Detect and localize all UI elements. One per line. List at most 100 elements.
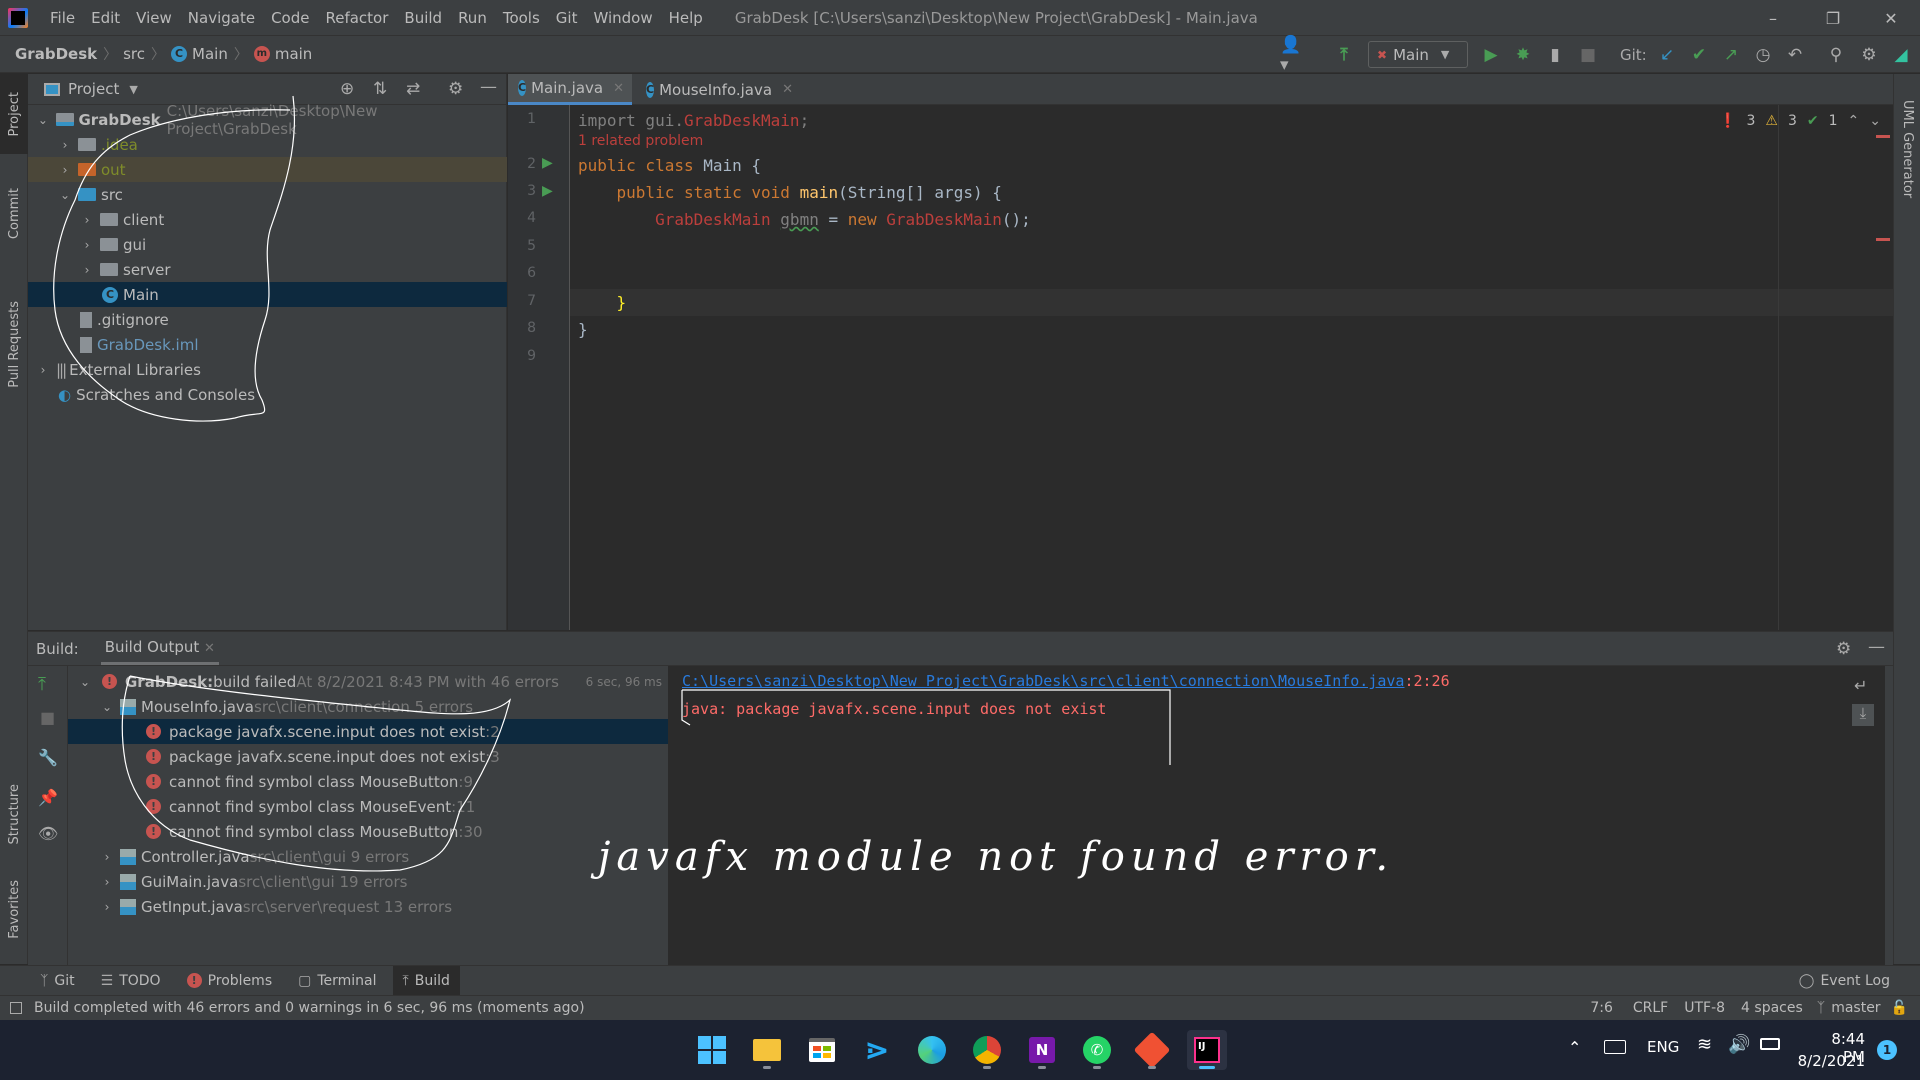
tree-item-out[interactable]: › out <box>28 157 507 182</box>
touch-keyboard-icon[interactable] <box>1604 1040 1626 1054</box>
git-branch[interactable]: master <box>1831 1000 1880 1016</box>
breadcrumb-project[interactable]: GrabDesk <box>15 45 97 63</box>
project-view-select[interactable]: Project <box>68 80 119 98</box>
rail-tab-commit[interactable]: Commit <box>0 164 28 264</box>
rail-tab-structure[interactable]: Structure <box>0 764 28 864</box>
close-window-button[interactable]: ✕ <box>1862 0 1920 36</box>
git-update-icon[interactable]: ↙ <box>1656 44 1678 66</box>
menu-edit[interactable]: Edit <box>91 9 120 27</box>
close-icon[interactable]: ✕ <box>613 81 624 96</box>
git-gui-button[interactable] <box>1132 1030 1172 1070</box>
tab-mouseinfo-java[interactable]: C MouseInfo.java ✕ <box>636 74 796 105</box>
build-console[interactable]: C:\Users\sanzi\Desktop\New Project\GrabD… <box>668 666 1885 966</box>
build-row-error[interactable]: ! package javafx.scene.input does not ex… <box>68 744 668 769</box>
related-problem-hint[interactable]: 1 related problem <box>578 133 703 149</box>
build-hammer-icon[interactable]: ⤒ <box>38 674 46 695</box>
rail-tab-favorites[interactable]: Favorites <box>0 864 28 954</box>
stop-icon[interactable]: ■ <box>40 708 55 727</box>
menu-help[interactable]: Help <box>669 9 703 27</box>
build-row-file[interactable]: › GetInput.java src\server\request 13 er… <box>68 894 668 919</box>
run-icon[interactable]: ▶ <box>1480 44 1502 66</box>
close-icon[interactable]: ✕ <box>782 82 793 97</box>
whatsapp-button[interactable]: ✆ <box>1077 1030 1117 1070</box>
tree-item-main[interactable]: C Main <box>28 282 507 307</box>
store-button[interactable] <box>802 1030 842 1070</box>
error-file-link[interactable]: C:\Users\sanzi\Desktop\New Project\GrabD… <box>682 672 1404 690</box>
build-row-error[interactable]: ! cannot find symbol class MouseButton :… <box>68 769 668 794</box>
run-class-icon[interactable]: ▶ <box>542 155 553 171</box>
vscode-button[interactable]: ⋗ <box>857 1030 897 1070</box>
rollback-icon[interactable]: ↶ <box>1784 44 1806 66</box>
menu-run[interactable]: Run <box>458 9 487 27</box>
error-stripe-marker[interactable] <box>1876 135 1890 138</box>
volume-icon[interactable]: 🔊 <box>1728 1034 1750 1055</box>
breadcrumb-class[interactable]: Main <box>192 45 228 63</box>
input-language[interactable]: ENG <box>1647 1038 1679 1056</box>
tool-tab-todo[interactable]: ☰ TODO <box>91 966 171 996</box>
chrome-button[interactable] <box>967 1030 1007 1070</box>
inspection-widget[interactable]: ❗ 3 ⚠ 3 ✔ 1 ⌃ ⌄ <box>1719 113 1881 129</box>
gear-icon[interactable]: ⚙ <box>448 79 463 99</box>
wifi-icon[interactable]: ≋ <box>1697 1034 1712 1055</box>
build-row-error[interactable]: ! package javafx.scene.input does not ex… <box>68 719 668 744</box>
tree-item-client[interactable]: › client <box>28 207 507 232</box>
tool-tab-terminal[interactable]: ▢ Terminal <box>288 966 386 996</box>
code-with-me-icon[interactable]: ◢ <box>1890 44 1912 66</box>
notification-badge[interactable]: 1 <box>1877 1040 1897 1060</box>
pin-icon[interactable]: 📌 <box>38 788 58 807</box>
tree-item-src[interactable]: ⌄ src <box>28 182 507 207</box>
intellij-button[interactable]: IJ <box>1187 1030 1227 1070</box>
menu-code[interactable]: Code <box>271 9 309 27</box>
code-editor[interactable]: 1 2 3 4 5 6 7 8 9 ▶ ▶ import gui.GrabDes… <box>508 105 1893 630</box>
lock-icon[interactable]: 🔓 <box>1891 1000 1908 1016</box>
close-icon[interactable]: ✕ <box>204 641 215 656</box>
tool-tab-problems[interactable]: ! Problems <box>177 966 283 996</box>
search-icon[interactable]: ⚲ <box>1825 44 1847 66</box>
file-explorer-button[interactable] <box>747 1030 787 1070</box>
tree-item-server[interactable]: › server <box>28 257 507 282</box>
run-method-icon[interactable]: ▶ <box>542 183 553 199</box>
build-row-root[interactable]: ⌄ ! GrabDesk: build failed At 8/2/2021 8… <box>68 669 668 694</box>
clock-date[interactable]: 8/2/2021 <box>1795 1052 1865 1070</box>
gear-icon[interactable]: ⚙ <box>1858 44 1880 66</box>
tree-item-scratches[interactable]: ◐ Scratches and Consoles <box>28 382 507 407</box>
menu-file[interactable]: File <box>50 9 75 27</box>
scroll-to-end-icon[interactable]: ⤓ <box>1852 704 1874 726</box>
debug-icon[interactable]: ✸ <box>1512 44 1534 66</box>
menu-refactor[interactable]: Refactor <box>325 9 388 27</box>
run-configuration-select[interactable]: ✖ Main ▼ <box>1368 41 1468 68</box>
collapse-all-icon[interactable]: ⇄ <box>406 79 420 99</box>
menu-git[interactable]: Git <box>556 9 578 27</box>
rail-tab-project[interactable]: Project <box>0 74 28 154</box>
file-encoding[interactable]: UTF-8 <box>1684 1000 1725 1016</box>
menu-tools[interactable]: Tools <box>503 9 540 27</box>
menu-build[interactable]: Build <box>404 9 442 27</box>
build-row-file[interactable]: › Controller.java src\client\gui 9 error… <box>68 844 668 869</box>
tree-item-gui[interactable]: › gui <box>28 232 507 257</box>
previous-problem-icon[interactable]: ⌃ <box>1848 113 1860 129</box>
tree-item-grabdesk[interactable]: ⌄ GrabDesk C:\Users\sanzi\Desktop\New Pr… <box>28 102 507 138</box>
menu-window[interactable]: Window <box>593 9 652 27</box>
hide-panel-icon[interactable]: — <box>1868 637 1885 657</box>
locate-icon[interactable]: ⊕ <box>340 79 354 99</box>
tree-item-iml[interactable]: GrabDesk.iml <box>28 332 507 357</box>
tree-item-idea[interactable]: › .idea <box>28 132 507 157</box>
tool-tab-event-log[interactable]: ◯ Event Log <box>1789 966 1900 996</box>
rail-tab-uml-generator[interactable]: UML Generator <box>1894 84 1920 214</box>
start-button[interactable] <box>692 1030 732 1070</box>
git-commit-icon[interactable]: ✔ <box>1688 44 1710 66</box>
indent-setting[interactable]: 4 spaces <box>1741 1000 1803 1016</box>
line-separator[interactable]: CRLF <box>1633 1000 1668 1016</box>
build-row-error[interactable]: ! cannot find symbol class MouseEvent :1… <box>68 794 668 819</box>
build-row-file[interactable]: › GuiMain.java src\client\gui 19 errors <box>68 869 668 894</box>
gear-icon[interactable]: ⚙ <box>1836 639 1851 659</box>
soft-wrap-icon[interactable]: ↵ <box>1854 676 1867 695</box>
tree-item-external-libraries[interactable]: › ||| External Libraries <box>28 357 507 382</box>
restore-button[interactable]: ❐ <box>1804 0 1862 36</box>
chevron-down-icon[interactable]: ▼ <box>129 83 137 96</box>
minimize-button[interactable]: – <box>1744 0 1802 36</box>
tool-tab-git[interactable]: ᛉ Git <box>30 966 85 996</box>
menu-view[interactable]: View <box>136 9 172 27</box>
tab-build-output[interactable]: Build Output ✕ <box>100 632 219 665</box>
expand-all-icon[interactable]: ⇅ <box>373 79 387 99</box>
